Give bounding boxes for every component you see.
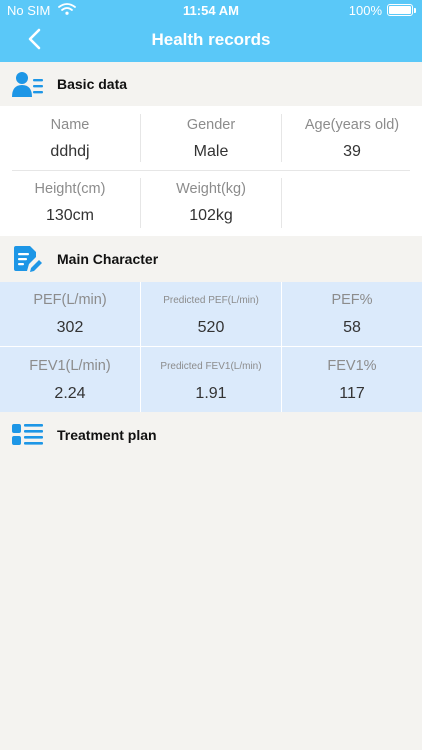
- top-bar: No SIM 11:54 AM 100% Health records: [0, 0, 422, 62]
- cell-label: Predicted FEV1(L/min): [160, 361, 262, 372]
- char-cell-predicted-pef: Predicted PEF(L/min) 520: [141, 282, 281, 346]
- cell-value: ddhdj: [50, 143, 90, 160]
- basic-data-section-header: Basic data: [0, 62, 422, 106]
- cell-label: FEV1(L/min): [29, 358, 111, 374]
- cell-value: 39: [343, 143, 361, 160]
- char-cell-fev1: FEV1(L/min) 2.24: [0, 347, 140, 412]
- basic-data-title: Basic data: [57, 76, 128, 92]
- char-cell-pef: PEF(L/min) 302: [0, 282, 140, 346]
- cell-value: 117: [339, 385, 365, 402]
- battery-icon: [387, 4, 416, 16]
- basic-cell-name: Name ddhdj: [0, 106, 140, 170]
- edit-document-icon: [14, 246, 42, 272]
- user-list-icon: [12, 72, 43, 97]
- cell-value: 1.91: [195, 385, 227, 402]
- main-character-title: Main Character: [57, 251, 159, 267]
- cell-value: 302: [56, 319, 84, 336]
- basic-cell-gender: Gender Male: [141, 106, 281, 170]
- cell-value: 2.24: [54, 385, 86, 402]
- main-character-grid: PEF(L/min) 302 Predicted PEF(L/min) 520 …: [0, 282, 422, 412]
- basic-data-grid: Name ddhdj Gender Male Age(years old) 39…: [0, 106, 422, 236]
- char-cell-predicted-fev1: Predicted FEV1(L/min) 1.91: [141, 347, 281, 412]
- cell-value: 130cm: [45, 207, 95, 224]
- cell-label: Age(years old): [304, 117, 400, 133]
- battery-percent: 100%: [348, 3, 382, 18]
- treatment-plan-title: Treatment plan: [57, 427, 157, 443]
- cell-value: 58: [343, 319, 361, 336]
- status-bar: No SIM 11:54 AM 100%: [0, 0, 422, 20]
- cell-label: PEF(L/min): [33, 292, 107, 308]
- cell-label: PEF%: [331, 292, 373, 308]
- main-character-section-header: Main Character: [0, 237, 422, 281]
- cell-value: 520: [197, 319, 225, 336]
- basic-cell-weight: Weight(kg) 102kg: [141, 171, 281, 236]
- cell-label: Predicted PEF(L/min): [163, 295, 259, 306]
- cell-label: Gender: [186, 117, 236, 133]
- page-title: Health records: [151, 30, 271, 49]
- treatment-plan-section-header[interactable]: Treatment plan: [0, 413, 422, 457]
- cell-value: Male: [193, 143, 229, 160]
- basic-cell-age: Age(years old) 39: [282, 106, 422, 170]
- cell-label: Weight(kg): [176, 181, 246, 197]
- basic-cell-height: Height(cm) 130cm: [0, 171, 140, 236]
- char-cell-pef-percent: PEF% 58: [282, 282, 422, 346]
- cell-label: Name: [50, 117, 90, 133]
- list-icon: [12, 424, 43, 445]
- cell-label: Height(cm): [34, 181, 106, 197]
- char-cell-fev1-percent: FEV1% 117: [282, 347, 422, 412]
- cell-value: 102kg: [189, 207, 233, 224]
- cell-label: FEV1%: [327, 358, 377, 374]
